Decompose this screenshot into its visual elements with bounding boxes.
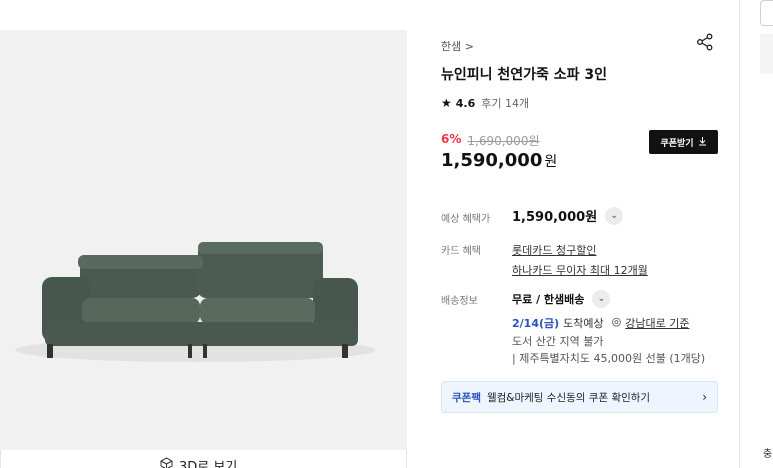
- discount-rate: 6%: [441, 132, 462, 146]
- shipping-label: 배송정보: [441, 296, 478, 307]
- view-3d-label: 3D로 보기: [179, 460, 238, 468]
- shipping-method: 무료 / 한샘배송 ⌄: [512, 290, 611, 308]
- divider: [739, 0, 740, 468]
- coupon-pack-banner[interactable]: 쿠폰팩 웰컴&마케팅 수신동의 쿠폰 확인하기 ›: [441, 381, 718, 413]
- expected-benefit: 1,590,000원 ⌄: [512, 206, 624, 225]
- coupon-button-label: 쿠폰받기: [660, 138, 694, 149]
- product-image[interactable]: [0, 30, 407, 450]
- view-3d-button[interactable]: 3D로 보기: [160, 456, 237, 468]
- download-icon: [698, 136, 707, 149]
- review-count[interactable]: 후기 14개: [481, 95, 529, 111]
- shipping-method-text: 무료 / 한샘배송: [512, 293, 585, 306]
- sale-price: 1,590,000 원: [441, 150, 557, 171]
- expected-benefit-label: 예상 혜택가: [441, 214, 491, 225]
- share-icon[interactable]: [696, 33, 714, 51]
- discount-row: 6% 1,690,000원: [441, 132, 540, 149]
- side-panel-label: 충: [763, 449, 773, 460]
- shipping-note-2: | 제주특별자치도 45,000원 선불 (1개당): [512, 352, 706, 365]
- card-benefit-lotte[interactable]: 롯데카드 청구할인: [512, 242, 596, 258]
- cube-icon: [160, 457, 173, 468]
- coupon-pack-tag: 쿠폰팩: [452, 391, 481, 404]
- coupon-download-button[interactable]: 쿠폰받기: [649, 130, 718, 154]
- location-pin-icon: ◎: [611, 315, 622, 328]
- side-panel: [760, 34, 773, 74]
- shipping-date-row: 2/14(금) 도착예상 ◎ 강남대로 기준: [512, 315, 689, 331]
- expected-benefit-value: 1,590,000원: [512, 210, 598, 225]
- side-widget[interactable]: [760, 0, 773, 26]
- rating-score: 4.6: [455, 96, 476, 110]
- star-icon: ★: [441, 96, 452, 110]
- original-price: 1,690,000원: [467, 134, 540, 148]
- delivery-date: 2/14(금): [512, 317, 560, 330]
- product-title: 뉴인피니 천연가죽 소파 3인: [441, 67, 608, 83]
- sofa-image: [0, 30, 407, 450]
- coupon-pack-text: 웰컴&마케팅 수신동의 쿠폰 확인하기: [486, 391, 651, 404]
- breadcrumb[interactable]: 한샘 >: [441, 38, 474, 54]
- delivery-date-suffix: 도착예상: [563, 317, 604, 330]
- chevron-down-icon[interactable]: ⌄: [592, 290, 611, 308]
- price-value: 1,590,000: [441, 150, 543, 171]
- card-benefit-hana[interactable]: 하나카드 무이자 최대 12개월: [512, 262, 648, 278]
- chevron-right-icon: ›: [702, 390, 707, 404]
- shipping-note-1: 도서 산간 지역 불가: [512, 335, 604, 348]
- currency: 원: [544, 154, 558, 170]
- chevron-down-icon[interactable]: ⌄: [605, 206, 624, 225]
- rating-row[interactable]: ★ 4.6 후기 14개: [441, 95, 529, 111]
- delivery-location[interactable]: 강남대로 기준: [625, 315, 689, 331]
- card-benefit-label: 카드 혜택: [441, 246, 481, 257]
